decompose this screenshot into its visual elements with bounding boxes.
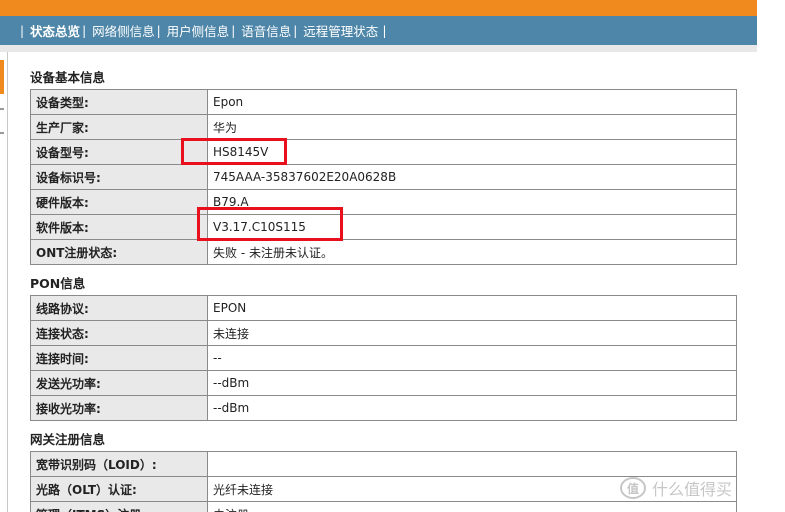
row-value: Epon [207, 89, 737, 115]
watermark-logo-icon: 值 [620, 477, 646, 499]
table-row: 发送光功率: --dBm [30, 370, 737, 396]
section-title-device-info: 设备基本信息 [30, 70, 106, 85]
left-sidebar-marker [0, 132, 4, 134]
nav-separator: | [82, 23, 87, 38]
table-row: 硬件版本: B79.A [30, 189, 737, 215]
tab-network-side-info[interactable]: | 网络侧信息 [80, 16, 155, 45]
row-key: 发送光功率: [30, 370, 208, 396]
tab-status-overview[interactable]: | 状态总览 [18, 16, 80, 45]
main-nav: | 状态总览 | 网络侧信息 | 用户侧信息 | 语音信息 | 远程管理状态 | [0, 16, 757, 45]
table-row: 软件版本: V3.17.C10S115 [30, 214, 737, 240]
row-value: -- [207, 345, 737, 371]
table-row: ONT注册状态: 失败 - 未注册未认证。 [30, 239, 737, 265]
row-value: 未连接 [207, 320, 737, 346]
row-key: 宽带识别码（LOID）: [30, 451, 208, 477]
row-value [207, 451, 737, 477]
nav-separator: | [20, 23, 25, 38]
row-key: 接收光功率: [30, 395, 208, 421]
row-value: 华为 [207, 114, 737, 140]
top-right-blank [757, 0, 785, 45]
watermark-text: 什么值得买 [652, 480, 733, 499]
tab-voice-info[interactable]: | 语音信息 [229, 16, 291, 45]
row-value: --dBm [207, 395, 737, 421]
row-key: 连接状态: [30, 320, 208, 346]
row-key: ONT注册状态: [30, 239, 208, 265]
highlight-box-device-model [181, 138, 287, 165]
row-key: 线路协议: [30, 295, 208, 321]
table-row: 接收光功率: --dBm [30, 395, 737, 421]
table-row: 宽带识别码（LOID）: [30, 451, 737, 477]
nav-separator: | [231, 23, 236, 38]
tab-user-side-info[interactable]: | 用户侧信息 [155, 16, 230, 45]
tab-label[interactable]: 用户侧信息 [167, 21, 230, 40]
tab-label[interactable]: 网络侧信息 [92, 21, 155, 40]
left-sidebar-active-tab[interactable] [0, 60, 4, 94]
table-row: 连接状态: 未连接 [30, 320, 737, 346]
row-key: 软件版本: [30, 214, 208, 240]
table-row: 设备类型: Epon [30, 89, 737, 115]
row-value: 失败 - 未注册未认证。 [207, 239, 737, 265]
row-value: EPON [207, 295, 737, 321]
tab-label[interactable]: 语音信息 [241, 21, 291, 40]
row-value: --dBm [207, 370, 737, 396]
table-row: 设备型号: HS8145V [30, 139, 737, 165]
nav-separator: | [293, 23, 298, 38]
row-key: 硬件版本: [30, 189, 208, 215]
row-key: 设备类型: [30, 89, 208, 115]
tab-remote-management-status[interactable]: | 远程管理状态 | [291, 16, 386, 45]
left-sidebar-marker [0, 108, 4, 110]
row-key: 设备标识号: [30, 164, 208, 190]
highlight-box-software-version [197, 207, 343, 241]
table-row: 连接时间: -- [30, 345, 737, 371]
row-key: 光路（OLT）认证: [30, 476, 208, 502]
nav-bottom-strip [0, 45, 757, 52]
nav-separator: | [382, 23, 387, 38]
table-row: 管理（ITMS）注册: 未注册 [30, 501, 737, 512]
pon-info-table: 线路协议: EPON 连接状态: 未连接 连接时间: -- 发送光功率: --d… [30, 295, 737, 421]
row-value: 745AAA-35837602E20A0628B [207, 164, 737, 190]
watermark: 值 什么值得买 [620, 476, 732, 500]
top-banner [0, 0, 757, 16]
section-title-pon-info: PON信息 [30, 276, 86, 291]
row-key: 连接时间: [30, 345, 208, 371]
row-key: 生产厂家: [30, 114, 208, 140]
row-key: 管理（ITMS）注册: [30, 501, 208, 512]
device-info-table: 设备类型: Epon 生产厂家: 华为 设备型号: HS8145V 设备标识号:… [30, 89, 737, 265]
nav-separator: | [156, 23, 161, 38]
tab-label[interactable]: 远程管理状态 [303, 21, 378, 40]
table-row: 生产厂家: 华为 [30, 114, 737, 140]
table-row: 线路协议: EPON [30, 295, 737, 321]
tab-label[interactable]: 状态总览 [30, 21, 80, 40]
table-row: 设备标识号: 745AAA-35837602E20A0628B [30, 164, 737, 190]
row-value: 未注册 [207, 501, 737, 512]
section-title-gateway-registration: 网关注册信息 [30, 432, 106, 447]
left-sidebar-rail [0, 52, 8, 512]
